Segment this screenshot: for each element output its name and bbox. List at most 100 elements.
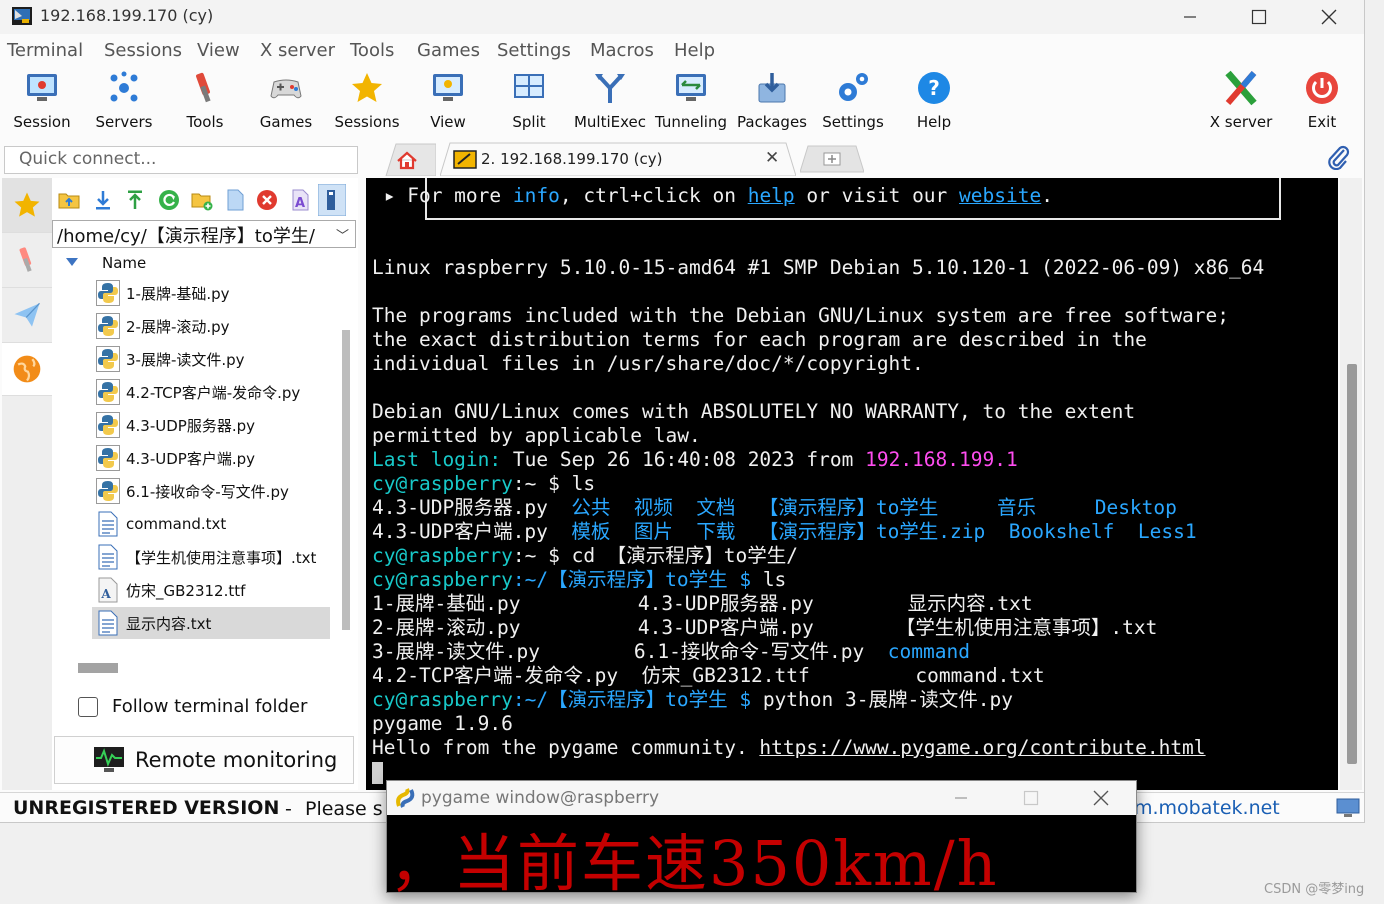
sftp-vertical-scrollbar[interactable] <box>342 330 350 630</box>
side-tab-macros[interactable] <box>2 288 52 343</box>
file-list-item[interactable]: 1-展牌-基础.py <box>92 277 330 309</box>
menu-view[interactable]: View <box>197 40 240 61</box>
download-icon[interactable] <box>92 189 114 211</box>
terminal-text-segment: Last login: <box>372 448 513 471</box>
menu-sessions[interactable]: Sessions <box>104 40 182 61</box>
file-list-item[interactable]: A 仿宋_GB2312.ttf <box>92 574 330 606</box>
pygame-maximize-button[interactable] <box>996 783 1066 813</box>
toolbar-exit-button[interactable]: Exit <box>1281 70 1363 136</box>
file-list-item[interactable]: 【学生机使用注意事项】.txt <box>92 541 330 573</box>
file-list-item[interactable]: 4.3-UDP客户端.py <box>92 442 330 474</box>
monitor-icon[interactable] <box>1336 798 1360 818</box>
file-name: 【学生机使用注意事项】.txt <box>126 548 317 567</box>
new-folder-icon[interactable] <box>191 189 213 211</box>
star-icon <box>14 192 40 217</box>
toolbar-settings-button[interactable]: Settings <box>812 70 894 136</box>
minimize-button[interactable] <box>1155 0 1225 34</box>
terminal-line: Linux raspberry 5.10.0-15-amd64 #1 SMP D… <box>372 256 1264 280</box>
file-list-item[interactable]: 3-展牌-读文件.py <box>92 343 330 375</box>
new-tab-button[interactable] <box>800 142 864 176</box>
menu-settings[interactable]: Settings <box>497 40 571 61</box>
side-tab-sessions[interactable] <box>2 178 52 233</box>
close-icon <box>1321 9 1337 25</box>
pygame-minimize-button[interactable] <box>926 783 996 813</box>
toolbar-tools-button[interactable]: Tools <box>164 70 246 136</box>
sftp-path-field[interactable]: /home/cy/【演示程序】to学生/ ﹀ <box>52 220 356 248</box>
file-list-item[interactable]: 4.2-TCP客户端-发命令.py <box>92 376 330 408</box>
toolbar-x-server-button[interactable]: X server <box>1200 70 1282 136</box>
name-column-header[interactable]: Name <box>102 254 146 272</box>
follow-terminal-folder[interactable]: Follow terminal folder <box>78 696 307 717</box>
menu-terminal[interactable]: Terminal <box>7 40 83 61</box>
tab-close-icon[interactable]: ✕ <box>765 148 779 168</box>
pygame-window-title: pygame window@raspberry <box>421 788 660 808</box>
follow-terminal-checkbox[interactable] <box>78 696 98 717</box>
upload-icon[interactable] <box>124 189 146 211</box>
terminal-scrollbar-thumb[interactable] <box>1347 364 1357 764</box>
terminal-line: Last login: Tue Sep 26 16:40:08 2023 fro… <box>372 448 1018 472</box>
svg-text:A: A <box>295 196 305 211</box>
terminal-line: The programs included with the Debian GN… <box>372 304 1229 328</box>
delete-icon[interactable] <box>256 189 278 211</box>
terminal-text-segment: pygame 1.9.6 <box>372 712 513 735</box>
terminal-text-segment: 1-展牌-基础.py 4.3-UDP服务器.py 显示内容.txt <box>372 592 1033 615</box>
refresh-icon[interactable] <box>158 189 180 211</box>
toolbar-servers-button[interactable]: Servers <box>83 70 165 136</box>
terminal-text-segment: cy@raspberry <box>372 544 513 567</box>
toolbar-view-button[interactable]: View <box>407 70 489 136</box>
sftp-mode-toggle-icon[interactable] <box>318 184 346 216</box>
packages-icon <box>758 73 786 103</box>
remote-monitoring-button[interactable]: Remote monitoring <box>54 736 354 784</box>
file-name: 4.3-UDP客户端.py <box>126 449 256 468</box>
sftp-path-text: /home/cy/【演示程序】to学生/ <box>57 226 315 247</box>
terminal-line: cy@raspberry:~ $ ls <box>372 472 595 496</box>
menu-tools[interactable]: Tools <box>350 40 394 61</box>
terminal-text-segment: Hello from the pygame community. <box>372 736 760 759</box>
multiexec-icon <box>595 74 625 103</box>
toolbar-games-button[interactable]: Games <box>245 70 327 136</box>
menu-x-server[interactable]: X server <box>260 40 335 61</box>
terminal-text-segment: 192.168.199.1 <box>865 448 1018 471</box>
maximize-button[interactable] <box>1224 0 1294 34</box>
toolbar-packages-button[interactable]: Packages <box>731 70 813 136</box>
mobatek-link[interactable]: m.mobatek.net <box>1134 797 1280 819</box>
toolbar-session-button[interactable]: Session <box>1 70 83 136</box>
menu-bar: Terminal Sessions View X server Tools Ga… <box>0 38 1364 66</box>
menu-games[interactable]: Games <box>417 40 480 61</box>
toolbar-help-button[interactable]: ? Help <box>893 70 975 136</box>
file-name: command.txt <box>126 515 227 533</box>
close-button[interactable] <box>1294 0 1364 34</box>
file-list-item[interactable]: 6.1-接收命令-写文件.py <box>92 475 330 507</box>
side-tab-strip <box>2 178 53 790</box>
view-icon <box>433 74 463 101</box>
toolbar-multiexec-button[interactable]: MultiExec <box>569 70 651 136</box>
file-list-item[interactable]: command.txt <box>92 508 330 540</box>
file-list-item[interactable]: 显示内容.txt <box>92 607 330 639</box>
toolbar-sessions-button[interactable]: Sessions <box>326 70 408 136</box>
sort-caret-icon[interactable] <box>66 258 78 266</box>
paperclip-icon[interactable] <box>1326 144 1350 170</box>
text-file-icon <box>98 610 118 636</box>
terminal-view[interactable]: ▸ For more info, ctrl+click on help or v… <box>366 178 1338 790</box>
toolbar-split-button[interactable]: Split <box>488 70 570 136</box>
side-tab-tools[interactable] <box>2 233 52 288</box>
toolbar-tunneling-button[interactable]: Tunneling <box>650 70 732 136</box>
chevron-down-icon[interactable]: ﹀ <box>336 225 349 244</box>
menu-macros[interactable]: Macros <box>590 40 654 61</box>
terminal-text-segment: permitted by applicable law. <box>372 424 701 447</box>
home-tab[interactable] <box>372 142 436 176</box>
menu-help[interactable]: Help <box>674 40 715 61</box>
terminal-scrollbar[interactable] <box>1340 178 1362 790</box>
quick-connect-input[interactable]: Quick connect... <box>4 146 358 174</box>
terminal-cursor <box>372 762 383 784</box>
file-list-item[interactable]: 4.3-UDP服务器.py <box>92 409 330 441</box>
sftp-horizontal-scrollbar[interactable] <box>78 663 118 673</box>
side-tab-sftp[interactable] <box>2 343 52 396</box>
new-file-icon[interactable] <box>224 189 246 211</box>
rename-icon[interactable]: A <box>289 189 311 211</box>
terminal-text-segment: 4.3-UDP客户端.py <box>372 520 572 543</box>
remote-monitoring-icon <box>94 747 124 772</box>
file-list-item[interactable]: 2-展牌-滚动.py <box>92 310 330 342</box>
pygame-close-button[interactable] <box>1066 783 1136 813</box>
parent-folder-icon[interactable] <box>58 189 80 211</box>
